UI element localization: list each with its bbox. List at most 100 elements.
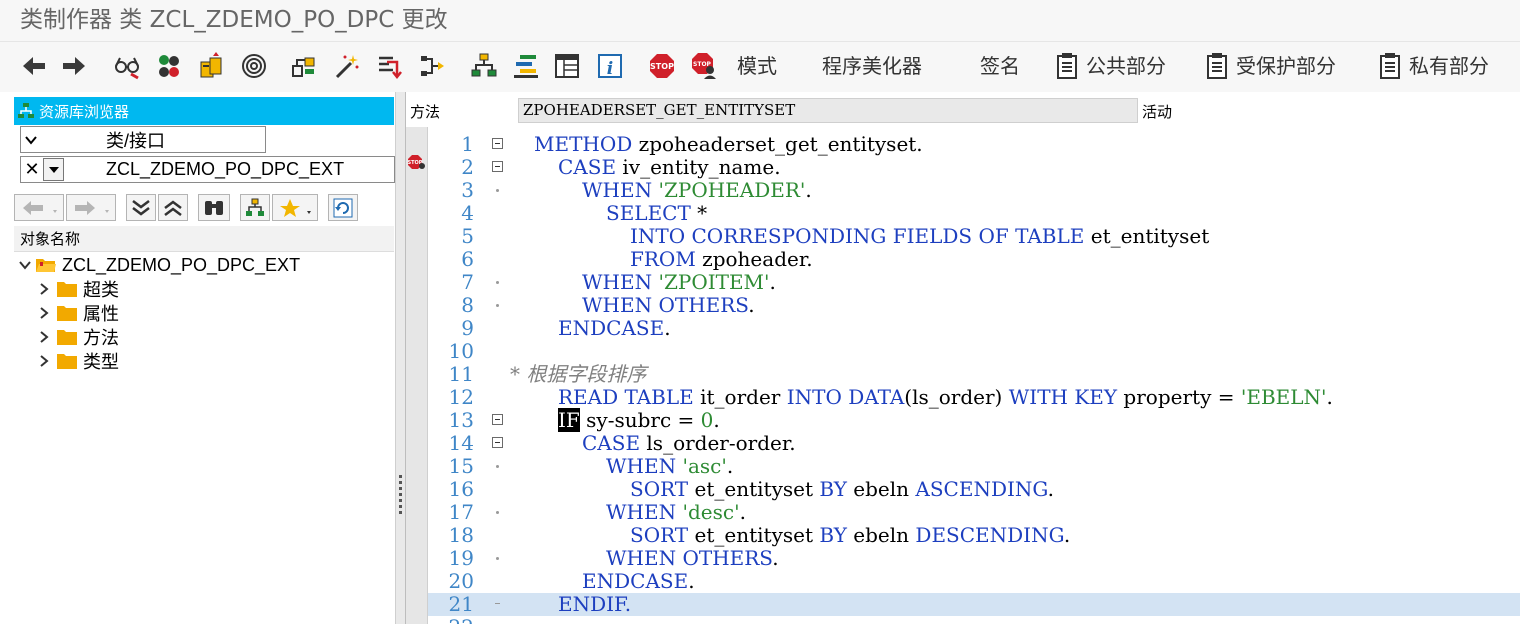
- panel-splitter[interactable]: [395, 92, 406, 624]
- tree-node-attributes[interactable]: 属性: [38, 301, 119, 325]
- code-token: ebeln: [846, 477, 916, 501]
- code-token: *: [690, 201, 708, 225]
- chevron-down-icon[interactable]: [18, 258, 32, 272]
- tree-node-superclass[interactable]: 超类: [38, 277, 119, 301]
- code-line[interactable]: 3 WHEN 'ZPOHEADER'.: [428, 179, 1520, 202]
- code-line[interactable]: 22: [428, 616, 1520, 624]
- stack-icon[interactable]: [512, 51, 540, 81]
- layout-icon[interactable]: [553, 51, 581, 81]
- double-chevron-down-icon: [132, 199, 150, 216]
- object-name-column-header: 对象名称: [14, 226, 394, 252]
- code-line[interactable]: 9 ENDCASE.: [428, 317, 1520, 340]
- hierarchy-button[interactable]: [240, 194, 270, 221]
- code-line[interactable]: 17 WHEN 'desc'.: [428, 501, 1520, 524]
- code-line[interactable]: 21 ENDIF.: [428, 593, 1520, 616]
- signature-label: 签名: [980, 54, 1020, 78]
- forward-icon[interactable]: [60, 51, 88, 81]
- splitter-grip[interactable]: [399, 475, 402, 515]
- code-line[interactable]: 6 FROM zpoheader.: [428, 248, 1520, 271]
- hierarchy-icon[interactable]: [470, 51, 498, 81]
- object-name-input[interactable]: ZCL_ZDEMO_PO_DPC_EXT ✕: [20, 156, 395, 183]
- signature-button[interactable]: 签名: [980, 51, 1020, 81]
- breakpoint-gutter[interactable]: STOP: [406, 127, 428, 624]
- chevron-right-icon[interactable]: [38, 330, 50, 344]
- favorites-button[interactable]: [272, 194, 318, 221]
- code-token: .: [688, 569, 695, 593]
- private-section-button[interactable]: 私有部分: [1378, 51, 1489, 81]
- code-line[interactable]: 16 SORT et_entityset BY ebeln ASCENDING.: [428, 478, 1520, 501]
- info-icon[interactable]: i: [596, 51, 624, 81]
- fold-toggle-icon[interactable]: [492, 414, 503, 425]
- binoculars-icon: [205, 200, 223, 215]
- move-icon[interactable]: [418, 51, 446, 81]
- chevron-right-icon[interactable]: [38, 354, 50, 368]
- fold-toggle-icon[interactable]: [492, 161, 503, 172]
- change-display-icon[interactable]: [155, 51, 183, 81]
- activate-icon[interactable]: [197, 51, 225, 81]
- code-line[interactable]: 15 WHEN 'asc'.: [428, 455, 1520, 478]
- code-keyword: BY: [819, 523, 847, 547]
- navigate-icon[interactable]: [375, 51, 403, 81]
- tree-node-methods[interactable]: 方法: [38, 325, 119, 349]
- code-line[interactable]: 18 SORT et_entityset BY ebeln DESCENDING.: [428, 524, 1520, 547]
- code-line[interactable]: 10: [428, 340, 1520, 363]
- code-line[interactable]: 12 READ TABLE it_order INTO DATA(ls_order…: [428, 386, 1520, 409]
- dropdown-button[interactable]: [43, 158, 64, 181]
- tree-node-types[interactable]: 类型: [38, 349, 119, 373]
- stop-icon[interactable]: STOP: [648, 51, 676, 81]
- code-token: .: [772, 546, 779, 570]
- refresh-button[interactable]: [328, 194, 358, 221]
- code-line[interactable]: 1 METHOD zpoheaderset_get_entityset.: [428, 133, 1520, 156]
- code-line[interactable]: 2 CASE iv_entity_name.: [428, 156, 1520, 179]
- next-object-button[interactable]: [66, 194, 116, 221]
- protected-section-button[interactable]: 受保护部分: [1205, 51, 1336, 81]
- repository-browser-title: 资源库浏览器: [39, 102, 130, 121]
- fold-end-marker: [495, 603, 500, 604]
- chevron-right-icon[interactable]: [38, 306, 50, 320]
- find-button[interactable]: [198, 194, 230, 221]
- collapse-all-button[interactable]: [158, 194, 188, 221]
- code-line[interactable]: 13 IF sy-subrc = 0.: [428, 408, 1520, 432]
- tree-root-node[interactable]: ZCL_ZDEMO_PO_DPC_EXT: [18, 253, 300, 277]
- public-section-button[interactable]: 公共部分: [1055, 51, 1166, 81]
- code-text: WHEN 'ZPOITEM'.: [582, 271, 776, 294]
- magic-wand-icon[interactable]: [333, 51, 361, 81]
- code-keyword: SORT: [630, 523, 689, 547]
- chevron-right-icon[interactable]: [38, 282, 50, 296]
- code-line[interactable]: 5 INTO CORRESPONDING FIELDS OF TABLE et_e…: [428, 225, 1520, 248]
- expand-all-button[interactable]: [126, 194, 156, 221]
- glasses-icon[interactable]: [113, 51, 141, 81]
- code-token: zpoheaderset_get_entityset.: [632, 132, 923, 156]
- line-number: 17: [448, 500, 474, 524]
- clear-icon[interactable]: ✕: [21, 159, 43, 180]
- stop-user-icon[interactable]: STOP: [690, 51, 718, 81]
- open-folder-icon: [36, 259, 56, 272]
- tree-node-label: 方法: [83, 328, 119, 349]
- fold-toggle-icon[interactable]: [492, 138, 503, 149]
- refresh-icon: [333, 198, 353, 217]
- fold-toggle-icon[interactable]: [492, 437, 503, 448]
- object-type-select[interactable]: 类/接口: [20, 126, 266, 153]
- line-number: 9: [461, 316, 474, 340]
- previous-object-button[interactable]: [14, 194, 64, 221]
- code-keyword: ENDCASE: [582, 569, 689, 593]
- code-line[interactable]: 4 SELECT *: [428, 202, 1520, 225]
- pretty-printer-button[interactable]: 程序美化器: [822, 51, 922, 81]
- stop-breakpoint-icon[interactable]: STOP: [407, 154, 425, 170]
- chevron-down-icon[interactable]: [21, 128, 41, 151]
- code-editor[interactable]: 1 METHOD zpoheaderset_get_entityset. 2 CASE…: [428, 127, 1520, 624]
- svg-text:i: i: [607, 59, 613, 79]
- method-name-field[interactable]: ZPOHEADERSET_GET_ENTITYSET: [518, 98, 1138, 123]
- mode-button[interactable]: 模式: [737, 51, 777, 81]
- where-used-icon[interactable]: [240, 51, 268, 81]
- fold-marker: [496, 304, 499, 307]
- code-line[interactable]: 7 WHEN 'ZPOITEM'.: [428, 271, 1520, 294]
- code-line[interactable]: 19 WHEN OTHERS.: [428, 547, 1520, 570]
- code-line[interactable]: 20 ENDCASE.: [428, 570, 1520, 593]
- object-list-icon[interactable]: [290, 51, 318, 81]
- repository-browser-header[interactable]: 资源库浏览器: [14, 97, 394, 125]
- code-line[interactable]: 14 CASE ls_order-order.: [428, 432, 1520, 455]
- code-line[interactable]: 8 WHEN OTHERS.: [428, 294, 1520, 317]
- back-icon[interactable]: [20, 51, 48, 81]
- code-line[interactable]: 11 * 根据字段排序: [428, 363, 1520, 386]
